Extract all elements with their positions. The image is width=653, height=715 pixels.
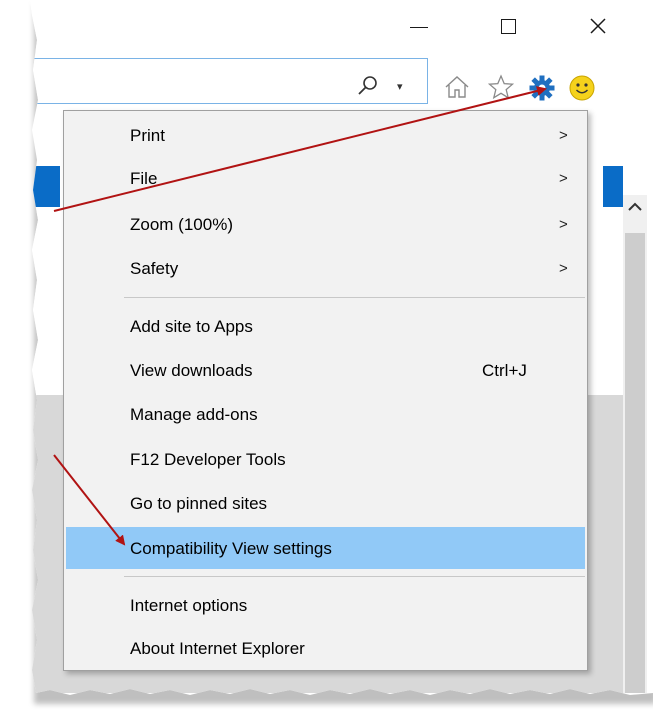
tools-gear-icon[interactable] — [528, 74, 556, 102]
home-icon[interactable] — [443, 74, 471, 100]
menu-item-label: Print — [130, 126, 165, 145]
minimize-button[interactable] — [396, 0, 442, 52]
menu-item-label: F12 Developer Tools — [130, 450, 286, 469]
menu-item-label: File — [130, 169, 158, 188]
menu-item-label: Add site to Apps — [130, 317, 253, 336]
menu-item-label: View downloads — [130, 361, 253, 380]
maximize-icon — [500, 18, 516, 34]
menu-item-label: Internet options — [130, 596, 248, 615]
title-bar — [30, 0, 653, 52]
menu-item-label: Compatibility View settings — [130, 539, 332, 558]
menu-item-go-to-pinned-sites[interactable]: Go to pinned sites — [64, 486, 587, 522]
menu-item-label: Safety — [130, 259, 179, 278]
menu-item-label: About Internet Explorer — [130, 639, 305, 658]
menu-item-f12-developer-tools[interactable]: F12 Developer Tools — [64, 442, 587, 478]
menu-item-compatibility-view-settings[interactable]: Compatibility View settings — [66, 527, 585, 569]
favorites-star-icon[interactable] — [487, 74, 515, 100]
search-icon[interactable] — [356, 74, 380, 98]
submenu-arrow-icon: > — [559, 170, 568, 187]
menu-separator — [124, 297, 585, 298]
minimize-icon — [410, 26, 428, 28]
screenshot-canvas: ▾ Print > File > Zoom (100%) > Safety > … — [0, 0, 653, 715]
tools-menu: Print > File > Zoom (100%) > Safety > Ad… — [63, 110, 588, 671]
close-icon — [590, 18, 606, 34]
scroll-thumb[interactable] — [625, 233, 645, 693]
feedback-smiley-icon[interactable] — [568, 74, 596, 102]
menu-item-shortcut: Ctrl+J — [482, 361, 527, 380]
menu-item-label: Manage add-ons — [130, 405, 258, 424]
menu-item-safety[interactable]: Safety > — [64, 251, 587, 287]
menu-item-file[interactable]: File > — [64, 161, 587, 197]
submenu-arrow-icon: > — [559, 260, 568, 277]
menu-item-zoom[interactable]: Zoom (100%) > — [64, 207, 587, 243]
menu-item-add-site-to-apps[interactable]: Add site to Apps — [64, 309, 587, 345]
scroll-up-button[interactable] — [623, 195, 647, 219]
menu-item-manage-add-ons[interactable]: Manage add-ons — [64, 397, 587, 433]
menu-item-internet-options[interactable]: Internet options — [64, 588, 587, 624]
menu-item-label: Go to pinned sites — [130, 494, 268, 513]
chevron-up-icon — [628, 202, 642, 211]
submenu-arrow-icon: > — [559, 127, 568, 144]
menu-item-about-internet-explorer[interactable]: About Internet Explorer — [64, 631, 587, 667]
vertical-scrollbar[interactable] — [623, 195, 647, 693]
menu-item-view-downloads[interactable]: View downloads Ctrl+J — [64, 353, 587, 389]
maximize-button[interactable] — [485, 0, 531, 52]
menu-item-print[interactable]: Print > — [64, 118, 587, 154]
menu-separator — [124, 576, 585, 577]
page-nav-strip-right — [603, 166, 623, 207]
submenu-arrow-icon: > — [559, 216, 568, 233]
search-dropdown-icon[interactable]: ▾ — [397, 80, 403, 93]
close-button[interactable] — [575, 0, 621, 52]
menu-item-label: Zoom (100%) — [130, 215, 233, 234]
